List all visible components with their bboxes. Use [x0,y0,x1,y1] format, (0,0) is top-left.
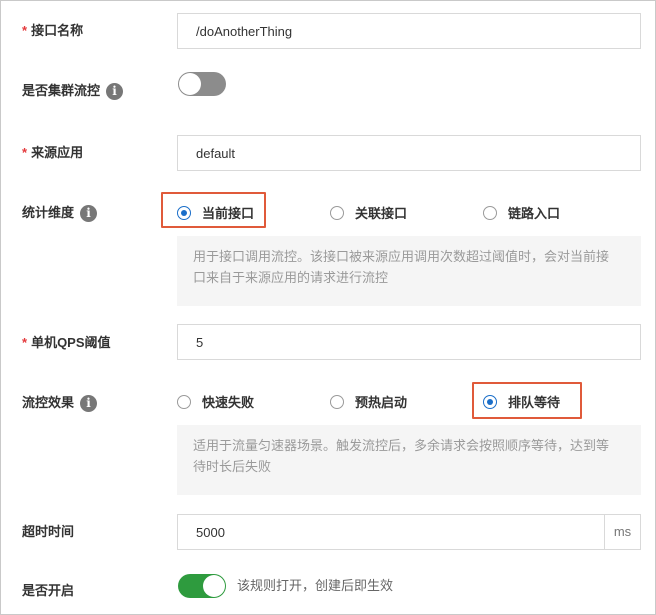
enabled-label: 是否开启 [22,581,74,601]
effect-label-text: 流控效果 [22,395,75,410]
stat-dimension-label: 统计维度 i [22,203,98,223]
required-mark: * [22,23,28,38]
description-line: 待时长后失败 [193,459,272,474]
radio-label: 排队等待 [508,395,561,410]
radio-label: 快速失败 [202,395,255,410]
toggle-knob [179,73,201,95]
radio-unchecked-icon [177,394,191,409]
radio-chain-entry[interactable]: 链路入口 [483,203,560,222]
timeout-input[interactable] [177,514,605,550]
radio-label: 预热启动 [355,395,408,410]
required-mark: * [22,335,28,350]
radio-unchecked-icon [483,205,497,220]
radio-checked-icon [483,394,497,409]
timeout-unit: ms [604,514,641,550]
radio-unchecked-icon [330,394,344,409]
enabled-hint: 该规则打开，创建后即生效 [237,578,394,593]
description-line: 适用于流量匀速器场景。触发流控后，多余请求会按照顺序等待，达到等 [193,438,610,453]
description-line: 口来自于来源应用的请求进行流控 [193,270,389,285]
cluster-toggle[interactable] [178,72,226,96]
radio-label: 链路入口 [508,206,561,221]
radio-warm-up[interactable]: 预热启动 [330,392,407,411]
info-icon[interactable]: i [80,204,98,222]
source-app-label: * 来源应用 [22,143,83,163]
timeout-label: 超时时间 [22,522,74,542]
radio-queue-wait[interactable]: 排队等待 [483,392,560,411]
source-app-input[interactable] [177,135,641,171]
radio-label: 关联接口 [355,206,408,221]
radio-unchecked-icon [330,205,344,220]
enabled-toggle[interactable] [178,574,226,598]
stat-dimension-description: 用于接口调用流控。该接口被来源应用调用次数超过阈值时，会对当前接 口来自于来源应… [177,236,641,306]
toggle-knob [203,575,225,597]
radio-checked-icon [177,205,191,220]
info-icon[interactable]: i [106,82,124,100]
qps-label-text: 单机QPS阈值 [31,335,111,350]
form-panel: * 接口名称 是否集群流控 i * 来源应用 统计维度 i 当前接口 关联接口 … [0,0,656,615]
qps-input[interactable] [177,324,641,360]
effect-label: 流控效果 i [22,393,98,413]
qps-label: * 单机QPS阈值 [22,333,111,353]
radio-fast-fail[interactable]: 快速失败 [177,392,254,411]
source-app-label-text: 来源应用 [31,145,84,160]
timeout-label-text: 超时时间 [22,524,75,539]
effect-description: 适用于流量匀速器场景。触发流控后，多余请求会按照顺序等待，达到等 待时长后失败 [177,425,641,495]
radio-label: 当前接口 [202,206,255,221]
enabled-label-text: 是否开启 [22,583,75,598]
stat-dimension-label-text: 统计维度 [22,205,75,220]
description-line: 用于接口调用流控。该接口被来源应用调用次数超过阈值时，会对当前接 [193,249,610,264]
api-name-input[interactable] [177,13,641,49]
radio-current-api[interactable]: 当前接口 [177,203,254,222]
required-mark: * [22,145,28,160]
radio-related-api[interactable]: 关联接口 [330,203,407,222]
api-name-label-text: 接口名称 [31,23,84,38]
cluster-label-text: 是否集群流控 [22,83,101,98]
info-icon[interactable]: i [80,394,98,412]
api-name-label: * 接口名称 [22,21,83,41]
cluster-label: 是否集群流控 i [22,81,124,101]
